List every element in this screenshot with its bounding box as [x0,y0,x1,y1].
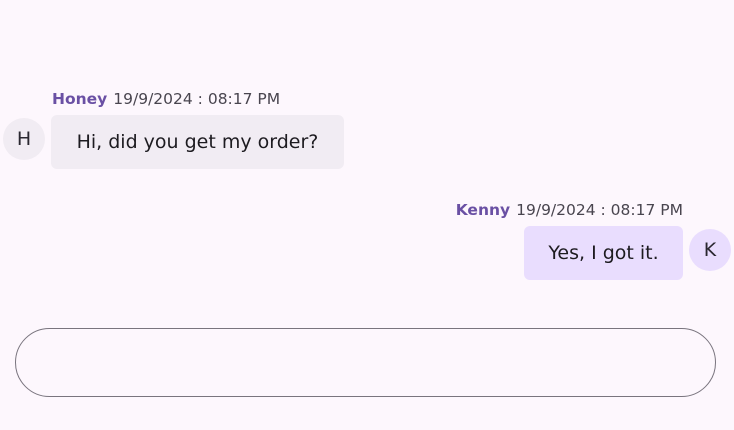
message-bubble[interactable]: Hi, did you get my order? [51,115,344,169]
message-input[interactable] [15,328,716,397]
avatar[interactable]: H [3,118,45,160]
avatar-initial: K [703,239,717,261]
author-name: Honey [52,90,108,108]
message-timestamp: 19/9/2024 : 08:17 PM [516,201,683,219]
message-bubble[interactable]: Yes, I got it. [524,226,683,280]
avatar[interactable]: K [689,229,731,271]
message-header: Kenny 19/9/2024 : 08:17 PM [456,200,683,220]
message-header: Honey 19/9/2024 : 08:17 PM [52,89,280,109]
avatar-initial: H [16,128,32,150]
message-text: Hi, did you get my order? [76,131,319,153]
author-name: Kenny [455,201,511,219]
message-timestamp: 19/9/2024 : 08:17 PM [113,90,281,108]
message-text: Yes, I got it. [548,242,659,264]
